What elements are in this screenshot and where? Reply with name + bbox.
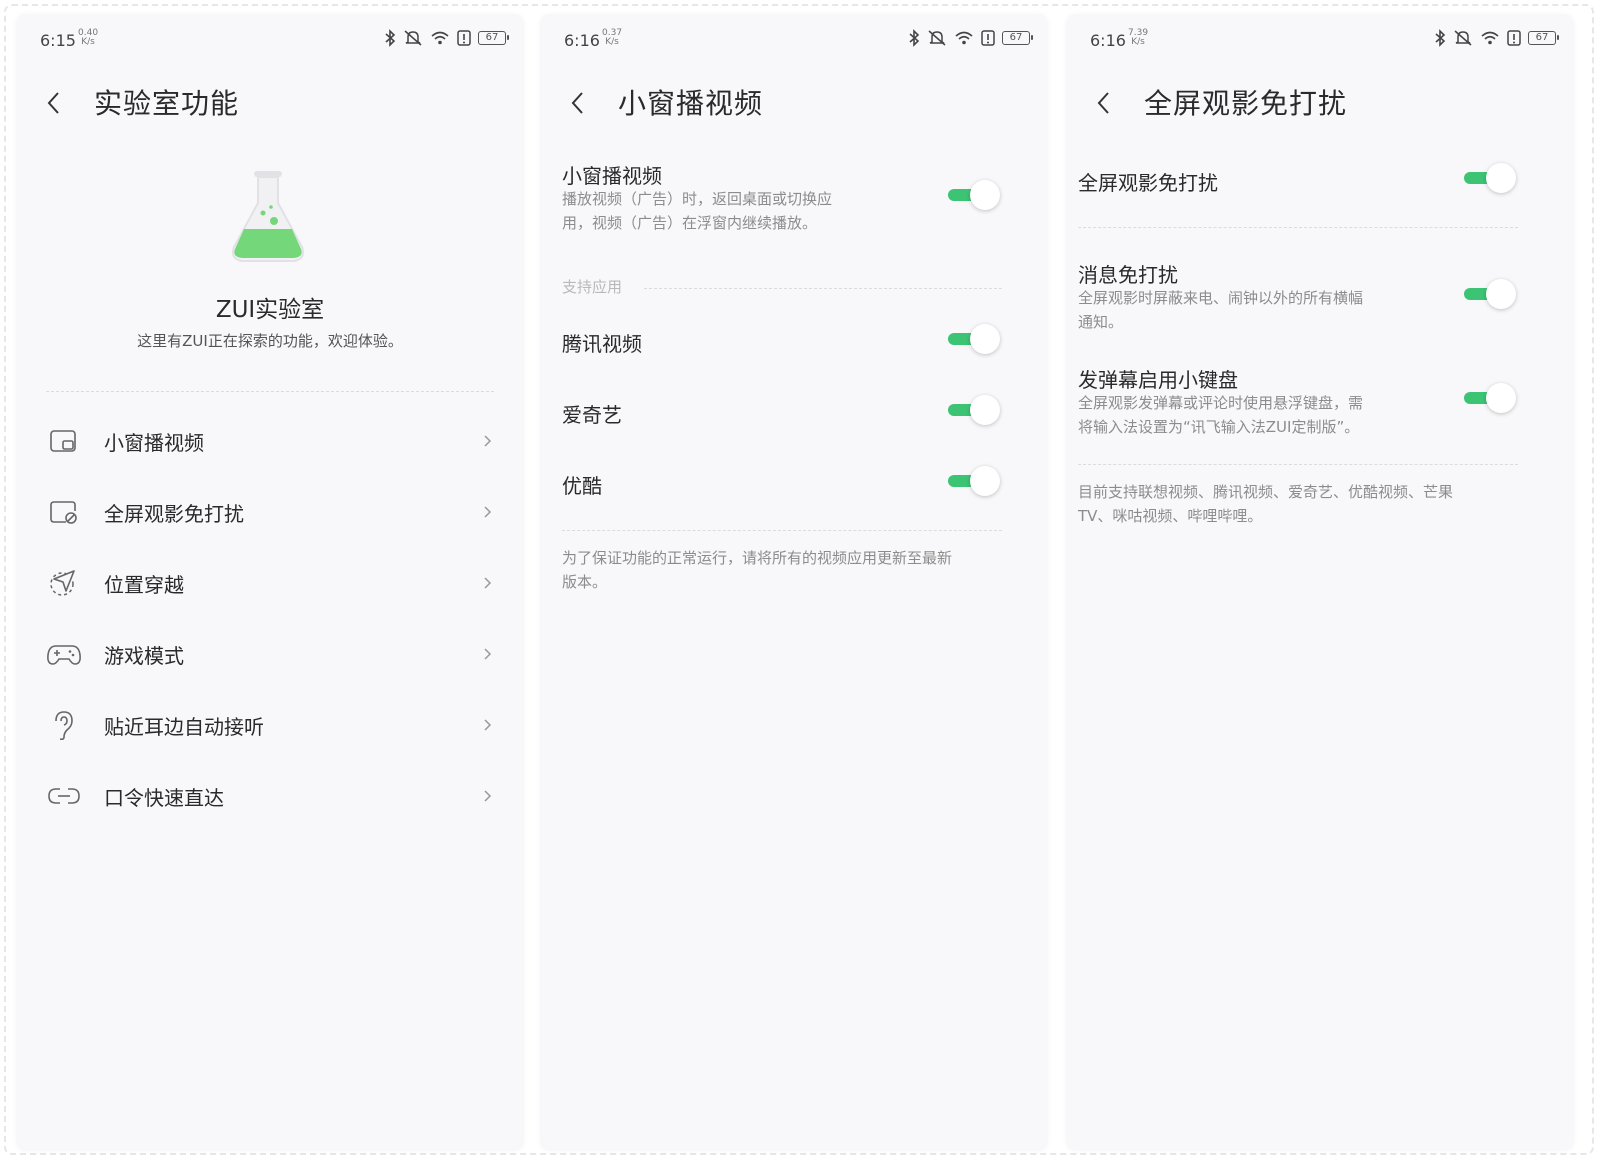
chevron-right-icon	[484, 790, 492, 802]
alert-icon	[1507, 30, 1521, 46]
status-icons: 67	[1434, 28, 1559, 48]
menu-item-label: 位置穿越	[104, 573, 184, 597]
danmaku-keyboard-desc: 全屏观影发弹幕或评论时使用悬浮键盘，需 将输入法设置为“讯飞输入法ZUI定制版”…	[1078, 394, 1364, 436]
chevron-right-icon	[484, 435, 492, 447]
chevron-right-icon	[484, 506, 492, 518]
ear-icon	[55, 711, 73, 741]
page-title: 小窗播视频	[618, 87, 764, 120]
app-iqiyi-label: 爱奇艺	[562, 403, 622, 427]
menu-item-label: 全屏观影免打扰	[104, 502, 244, 526]
flask-icon	[232, 171, 304, 262]
app-youku-toggle[interactable]	[946, 465, 1002, 499]
fullscreen-dnd-toggle[interactable]	[1462, 162, 1518, 196]
bell-off-icon	[404, 30, 422, 46]
menu-item-label: 口令快速直达	[104, 786, 224, 810]
update-note: 为了保证功能的正常运行，请将所有的视频应用更新至最新 版本。	[562, 549, 953, 591]
page-title: 全屏观影免打扰	[1144, 87, 1348, 120]
fullscreen-dnd-icon	[50, 501, 77, 524]
bluetooth-icon	[385, 29, 396, 47]
menu-item-game-mode[interactable]: 游戏模式	[46, 624, 494, 684]
status-icons: 67	[384, 28, 509, 48]
app-tencent-toggle[interactable]	[946, 323, 1002, 357]
gamepad-icon	[47, 645, 81, 665]
status-time: 6:16	[564, 31, 600, 50]
back-arrow-icon[interactable]	[566, 88, 590, 118]
status-net-speed: 0.37 K/s	[602, 28, 623, 47]
message-dnd-desc: 全屏观影时屏蔽来电、闹钟以外的所有横幅 通知。	[1078, 289, 1364, 331]
danmaku-keyboard-title: 发弹幕启用小键盘	[1078, 368, 1238, 392]
panel-lab-features: 6:15 0.40 K/s 67 实验室功能 ZUI实验室 这里有ZUI正在探索…	[16, 14, 524, 1151]
menu-item-label: 游戏模式	[104, 644, 184, 668]
section-divider	[644, 288, 1002, 289]
status-net-speed: 0.40 K/s	[78, 28, 99, 47]
page-title: 实验室功能	[94, 87, 240, 120]
bell-off-icon	[928, 30, 946, 46]
alert-icon	[981, 30, 995, 46]
divider	[562, 530, 1002, 531]
chevron-right-icon	[484, 719, 492, 731]
status-time: 6:16	[1090, 31, 1126, 50]
wifi-icon	[431, 31, 449, 45]
status-icons: 67	[908, 28, 1033, 48]
bluetooth-icon	[1435, 29, 1446, 47]
panel-fullscreen-dnd: 6:16 7.39 K/s 67 全屏观影免打扰 全屏观影免打扰 消息免打扰 全…	[1066, 14, 1574, 1151]
chevron-right-icon	[484, 648, 492, 660]
pip-toggle-title: 小窗播视频	[562, 164, 662, 188]
battery-icon: 67	[478, 31, 509, 45]
bell-off-icon	[1454, 30, 1472, 46]
supported-apps-note: 目前支持联想视频、腾讯视频、爱奇艺、优酷视频、芒果 TV、咪咕视频、哔哩哔哩。	[1078, 483, 1454, 525]
wifi-icon	[1481, 31, 1499, 45]
section-label: 支持应用	[562, 278, 623, 296]
back-arrow-icon[interactable]	[1092, 88, 1116, 118]
status-time: 6:15	[40, 31, 76, 50]
status-net-speed: 7.39 K/s	[1128, 28, 1149, 47]
app-tencent-label: 腾讯视频	[562, 332, 642, 356]
battery-icon: 67	[1528, 31, 1559, 45]
panel-pip-video: 6:16 0.37 K/s 67 小窗播视频 小窗播视频 播放视频（广告）时，返…	[540, 14, 1048, 1151]
alert-icon	[457, 30, 471, 46]
divider	[1078, 464, 1518, 465]
chevron-right-icon	[484, 577, 492, 589]
menu-item-location-travel[interactable]: 位置穿越	[46, 553, 494, 613]
menu-item-pip-video[interactable]: 小窗播视频	[46, 411, 494, 471]
app-youku-label: 优酷	[562, 474, 602, 498]
menu-item-passcode[interactable]: 口令快速直达	[46, 766, 494, 826]
battery-icon: 67	[1002, 31, 1033, 45]
location-travel-icon	[50, 570, 75, 596]
menu-item-fullscreen-dnd[interactable]: 全屏观影免打扰	[46, 482, 494, 542]
fullscreen-dnd-title: 全屏观影免打扰	[1078, 171, 1218, 195]
divider	[1078, 227, 1518, 228]
divider	[46, 391, 494, 392]
app-iqiyi-toggle[interactable]	[946, 394, 1002, 428]
menu-item-ear-answer[interactable]: 贴近耳边自动接听	[46, 695, 494, 755]
danmaku-keyboard-toggle[interactable]	[1462, 382, 1518, 416]
menu-item-label: 小窗播视频	[104, 431, 204, 455]
back-arrow-icon[interactable]	[42, 88, 66, 118]
lab-subtitle: 这里有ZUI正在探索的功能，欢迎体验。	[137, 332, 403, 350]
wifi-icon	[955, 31, 973, 45]
lab-title: ZUI实验室	[215, 297, 325, 323]
link-icon	[48, 788, 80, 804]
message-dnd-toggle[interactable]	[1462, 278, 1518, 312]
picture-in-picture-icon	[50, 430, 76, 452]
pip-video-toggle[interactable]	[946, 179, 1002, 213]
pip-toggle-desc: 播放视频（广告）时，返回桌面或切换应 用，视频（广告）在浮窗内继续播放。	[562, 190, 833, 232]
message-dnd-title: 消息免打扰	[1078, 263, 1178, 287]
bluetooth-icon	[909, 29, 920, 47]
menu-item-label: 贴近耳边自动接听	[104, 715, 264, 739]
